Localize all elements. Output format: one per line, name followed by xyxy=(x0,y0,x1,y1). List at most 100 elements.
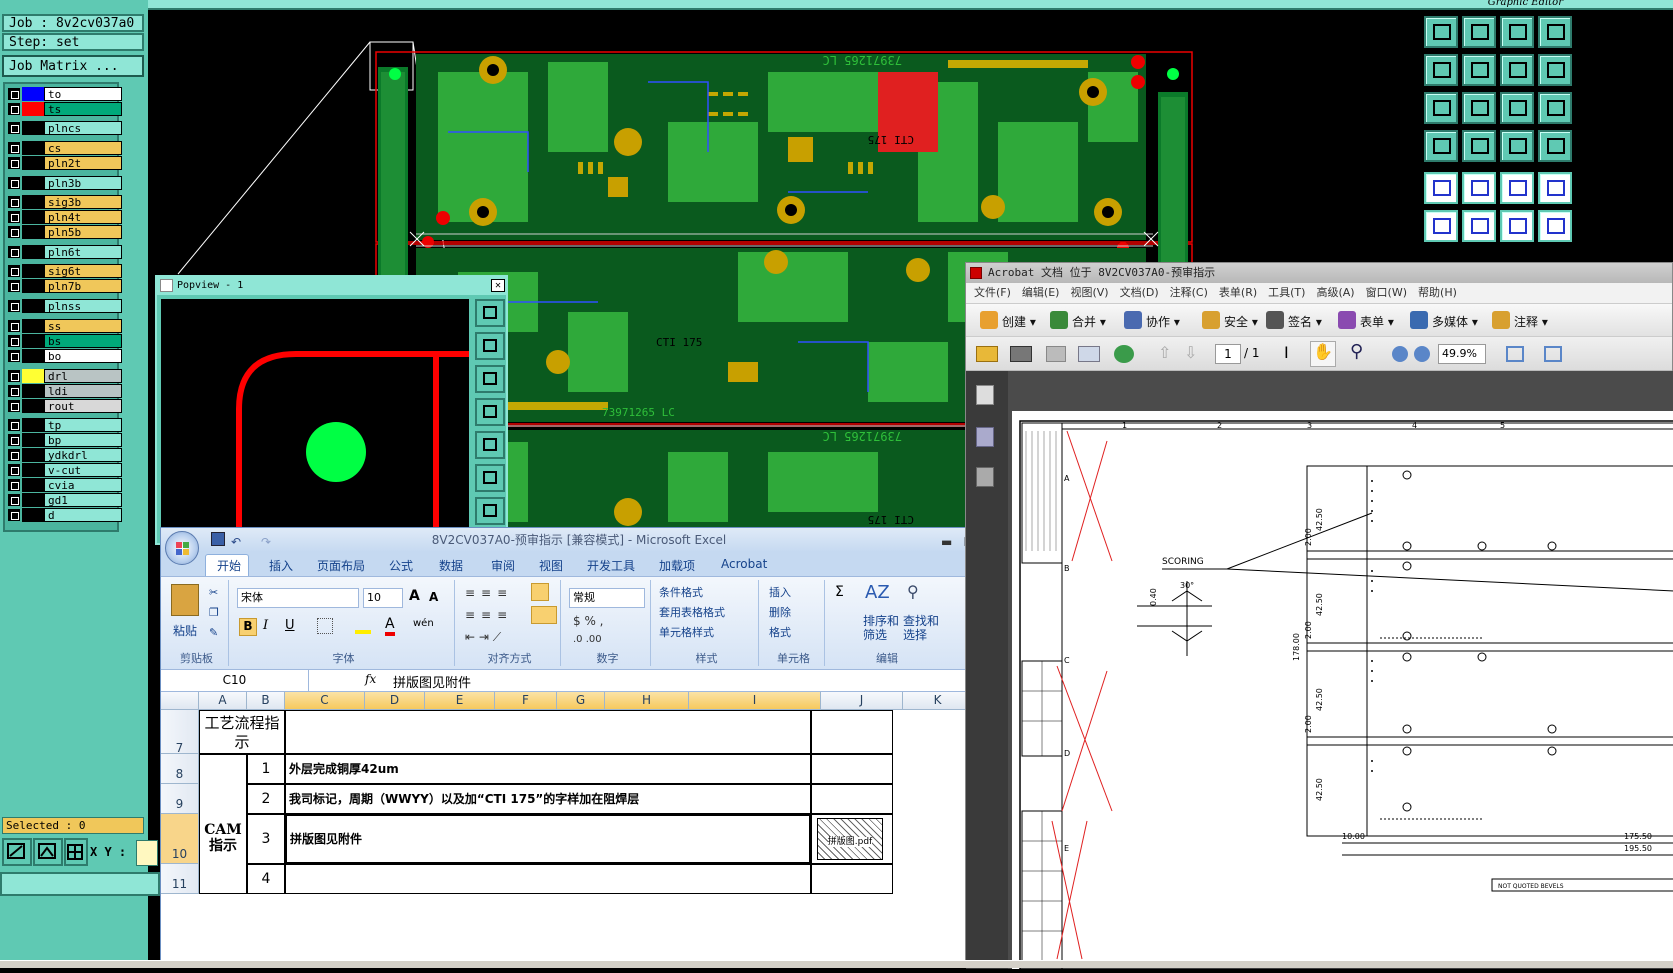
zoom-tool-icon[interactable]: ⚲ xyxy=(1350,341,1363,362)
ruler-tool-button[interactable] xyxy=(1500,172,1534,204)
layer-name[interactable]: pln3b xyxy=(44,176,122,190)
layer-color-swatch[interactable] xyxy=(22,299,44,313)
ratio-tool-button[interactable] xyxy=(1500,92,1534,124)
layer-checkbox[interactable] xyxy=(8,142,20,154)
cell-c9[interactable]: 我司标记，周期（WWYY）以及加“CTI 175”的字样加在阻焊层 xyxy=(285,784,811,814)
layer-checkbox[interactable] xyxy=(8,479,20,491)
ribbon-tab-7[interactable]: 开发工具 xyxy=(587,557,635,574)
wrap-text-icon[interactable] xyxy=(531,583,549,601)
layer-row-bs[interactable]: bs xyxy=(8,334,122,348)
cell-j9[interactable] xyxy=(811,784,893,814)
email-icon[interactable] xyxy=(1078,346,1100,362)
acrobat-tool-4-icon[interactable] xyxy=(1266,311,1284,329)
ribbon-tab-3[interactable]: 公式 xyxy=(389,557,413,574)
layer-row-pln6t[interactable]: pln6t xyxy=(8,245,122,259)
tools-tool-button[interactable] xyxy=(1424,130,1458,162)
zoom-down-button[interactable] xyxy=(475,365,505,393)
column-header-B[interactable]: B xyxy=(247,692,285,710)
layer-row-drl[interactable]: drl xyxy=(8,369,122,383)
grid-button[interactable] xyxy=(64,838,88,866)
acrobat-tool-7-button[interactable]: 注释 ▾ xyxy=(1514,313,1548,330)
row-header[interactable]: 9 xyxy=(161,784,199,814)
layer-name[interactable]: sig3b xyxy=(44,195,122,209)
column-header-G[interactable]: G xyxy=(557,692,605,710)
acrobat-tool-6-button[interactable]: 多媒体 ▾ xyxy=(1432,313,1478,330)
horizontal-align-icons[interactable]: ≡≡≡ xyxy=(465,608,513,622)
layer-checkbox[interactable] xyxy=(8,103,20,115)
pages-panel-icon[interactable] xyxy=(976,385,994,405)
layer-row-pln4t[interactable]: pln4t xyxy=(8,210,122,224)
layer-name[interactable]: gd1 xyxy=(44,493,122,507)
down-tool-button[interactable] xyxy=(1462,16,1496,48)
prev-page-icon[interactable]: ⇧ xyxy=(1158,343,1171,362)
layer-color-swatch[interactable] xyxy=(22,493,44,507)
layer-row-gd1[interactable]: gd1 xyxy=(8,493,122,507)
layer-color-swatch[interactable] xyxy=(22,334,44,348)
layer-name[interactable]: ss xyxy=(44,319,122,333)
layer-color-swatch[interactable] xyxy=(22,121,44,135)
embedded-pdf-attachment[interactable]: 拼版图.pdf xyxy=(817,818,883,860)
layer-color-swatch[interactable] xyxy=(22,399,44,413)
panel-tool-button[interactable] xyxy=(1538,130,1572,162)
home-up-tool-button[interactable] xyxy=(1424,16,1458,48)
paste-label[interactable]: 粘贴 xyxy=(173,622,197,639)
acrobat-menu-item-5[interactable]: 表单(R) xyxy=(1219,286,1257,299)
layer-name[interactable]: ldi xyxy=(44,384,122,398)
layer-row-pln5b[interactable]: pln5b xyxy=(8,225,122,239)
save-disabled-icon[interactable] xyxy=(1046,346,1066,362)
acrobat-menu-item-7[interactable]: 高级(A) xyxy=(1316,286,1354,299)
shrink-font-icon[interactable]: A xyxy=(429,590,438,604)
layer-name[interactable]: pln7b xyxy=(44,279,122,293)
ribbon-tab-0[interactable]: 开始 xyxy=(217,557,241,574)
cell-b11[interactable]: 4 xyxy=(247,864,285,894)
pad-tool-button[interactable] xyxy=(1424,172,1458,204)
bold-button[interactable]: B xyxy=(239,618,257,636)
layer-name[interactable]: bs xyxy=(44,334,122,348)
sort-filter-icon[interactable]: AZ xyxy=(865,582,890,603)
layer-color-swatch[interactable] xyxy=(22,245,44,259)
column-header-E[interactable]: E xyxy=(425,692,495,710)
web-icon[interactable] xyxy=(1114,345,1134,363)
center-tool-button[interactable] xyxy=(1462,92,1496,124)
zoom-left-button[interactable] xyxy=(475,398,505,426)
find-select-label[interactable]: 查找和 选择 xyxy=(903,614,939,642)
route-tool-button[interactable] xyxy=(1500,130,1534,162)
page-number-input[interactable]: 1 xyxy=(1215,344,1241,364)
column-header-D[interactable]: D xyxy=(365,692,425,710)
measure-button[interactable] xyxy=(33,838,63,866)
next-page-icon[interactable]: ⇩ xyxy=(1184,343,1197,362)
layer-name[interactable]: sig6t xyxy=(44,264,122,278)
layer-color-swatch[interactable] xyxy=(22,210,44,224)
cell-j7[interactable] xyxy=(811,710,893,754)
layer-row-ss[interactable]: ss xyxy=(8,319,122,333)
border-icon[interactable] xyxy=(317,618,333,634)
layer-color-swatch[interactable] xyxy=(22,418,44,432)
layer-checkbox[interactable] xyxy=(8,434,20,446)
layer-color-swatch[interactable] xyxy=(22,176,44,190)
layer-row-sig3b[interactable]: sig3b xyxy=(8,195,122,209)
column-header-A[interactable]: A xyxy=(199,692,247,710)
ribbon-tab-1[interactable]: 插入 xyxy=(269,557,293,574)
right-tool-button[interactable] xyxy=(1462,54,1496,86)
acrobat-menu-item-0[interactable]: 文件(F) xyxy=(974,286,1011,299)
acrobat-tool-2-icon[interactable] xyxy=(1124,311,1142,329)
column-header-I[interactable]: I xyxy=(689,692,821,710)
layer-name[interactable]: bp xyxy=(44,433,122,447)
layer-checkbox[interactable] xyxy=(8,370,20,382)
font-color-icon[interactable]: A xyxy=(385,616,395,636)
layer-row-cvia[interactable]: cvia xyxy=(8,478,122,492)
layer-name[interactable]: plnss xyxy=(44,299,122,313)
ribbon-tab-6[interactable]: 视图 xyxy=(539,557,563,574)
acrobat-tool-1-icon[interactable] xyxy=(1050,311,1068,329)
cell-c7[interactable] xyxy=(285,710,811,754)
layer-color-swatch[interactable] xyxy=(22,478,44,492)
acrobat-menu-item-3[interactable]: 文档(D) xyxy=(1120,286,1159,299)
layer-checkbox[interactable] xyxy=(8,385,20,397)
layer-name[interactable]: pln6t xyxy=(44,245,122,259)
layer-row-plncs[interactable]: plncs xyxy=(8,121,122,135)
layer-color-swatch[interactable] xyxy=(22,141,44,155)
ribbon-tab-2[interactable]: 页面布局 xyxy=(317,557,365,574)
layer-row-pln3b[interactable]: pln3b xyxy=(8,176,122,190)
layer-name[interactable]: plncs xyxy=(44,121,122,135)
autosum-icon[interactable]: Σ xyxy=(835,584,844,600)
